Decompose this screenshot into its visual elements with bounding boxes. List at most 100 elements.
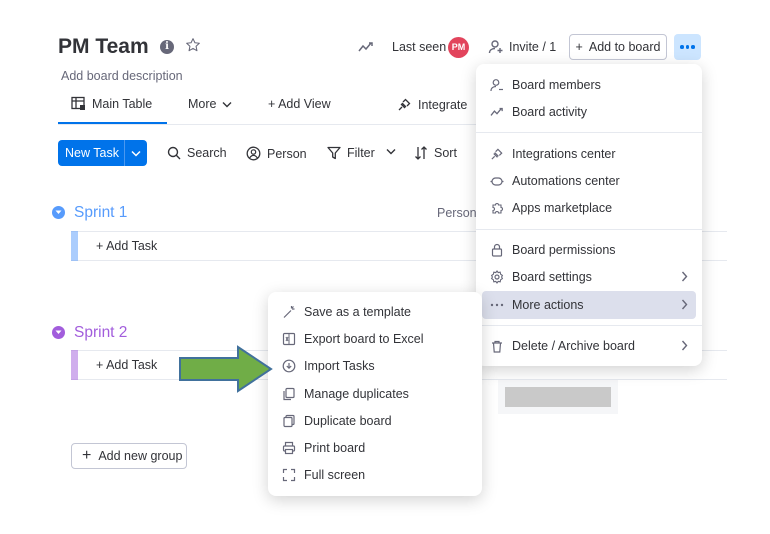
star-icon[interactable] [185, 37, 201, 53]
menu-divider [476, 325, 702, 326]
group-color-bar [71, 231, 78, 261]
board-description[interactable]: Add board description [61, 69, 183, 83]
chevron-down-icon [222, 101, 232, 107]
new-task-label: New Task [65, 146, 119, 160]
info-icon[interactable]: i [160, 40, 174, 54]
plug-icon [490, 147, 504, 161]
menu-item-print-board[interactable]: Print board [274, 434, 476, 462]
sort-icon [415, 146, 427, 160]
person-circle-icon [246, 146, 261, 161]
chevron-right-icon [681, 299, 688, 310]
group-color-bar [71, 350, 78, 380]
chevron-down-icon [55, 330, 62, 334]
board-menu-button[interactable] [674, 34, 701, 60]
menu-item-more-actions[interactable]: More actions [482, 291, 696, 319]
tab-main-table[interactable]: Main Table [71, 96, 152, 111]
last-seen-label[interactable]: Last seen [392, 40, 446, 54]
menu-item-label: Import Tasks [304, 359, 375, 373]
menu-item-label: Apps marketplace [512, 201, 613, 215]
puzzle-icon [490, 201, 504, 215]
chevron-down-icon [55, 210, 62, 214]
plug-icon [398, 98, 411, 111]
menu-item-integrations-center[interactable]: Integrations center [482, 140, 696, 168]
menu-item-duplicate-board[interactable]: Duplicate board [274, 407, 476, 435]
person-icon [490, 78, 504, 92]
menu-item-manage-duplicates[interactable]: Manage duplicates [274, 380, 476, 408]
activity-icon [490, 105, 504, 119]
tabs-divider [58, 124, 478, 125]
column-header-person[interactable]: Person [437, 206, 477, 220]
menu-divider [476, 132, 702, 133]
board-title[interactable]: PM Team [58, 35, 149, 59]
menu-item-apps-marketplace[interactable]: Apps marketplace [482, 194, 696, 222]
plus-icon: + [575, 40, 583, 54]
menu-item-board-settings[interactable]: Board settings [482, 263, 696, 291]
menu-item-board-permissions[interactable]: Board permissions [482, 236, 696, 264]
menu-item-label: Save as a template [304, 305, 412, 319]
search-button[interactable]: Search [167, 146, 227, 160]
menu-item-label: Duplicate board [304, 414, 392, 428]
menu-item-import-tasks[interactable]: Import Tasks [274, 352, 476, 380]
menu-item-label: Export board to Excel [304, 332, 424, 346]
menu-divider [476, 229, 702, 230]
menu-item-export-excel[interactable]: Export board to Excel [274, 325, 476, 353]
menu-item-full-screen[interactable]: Full screen [274, 461, 476, 489]
menu-item-save-as-template[interactable]: Save as a template [274, 298, 476, 326]
add-to-board-label: Add to board [588, 40, 661, 54]
wand-icon [282, 305, 296, 319]
dots-icon [490, 298, 504, 312]
group-collapse-toggle[interactable] [52, 326, 65, 339]
fullscreen-icon [282, 468, 296, 482]
activity-icon[interactable] [358, 40, 374, 54]
new-task-dropdown[interactable] [125, 150, 147, 157]
menu-item-label: Integrations center [512, 147, 616, 161]
add-to-board-button[interactable]: + Add to board [569, 34, 667, 60]
lock-icon [490, 243, 504, 257]
tab-more-label: More [188, 97, 217, 111]
trash-icon [490, 339, 504, 353]
menu-item-label: Full screen [304, 468, 366, 482]
robot-icon [490, 174, 504, 188]
new-task-button[interactable]: New Task [58, 140, 147, 166]
menu-item-board-members[interactable]: Board members [482, 71, 696, 99]
group-title-sprint-2[interactable]: Sprint 2 [74, 324, 127, 342]
menu-item-label: Manage duplicates [304, 387, 409, 401]
tab-more[interactable]: More [188, 97, 232, 111]
person-filter-button[interactable]: Person [246, 146, 307, 161]
table-home-icon [71, 96, 85, 110]
filter-dropdown[interactable] [386, 148, 396, 155]
dot-icon [680, 45, 684, 49]
invite-person-icon[interactable] [488, 39, 504, 55]
menu-item-board-activity[interactable]: Board activity [482, 98, 696, 126]
menu-item-automations-center[interactable]: Automations center [482, 167, 696, 195]
person-label: Person [267, 146, 307, 161]
invite-button[interactable]: Invite / 1 [509, 40, 556, 54]
filter-icon [327, 146, 341, 160]
integrate-label: Integrate [418, 97, 468, 112]
filter-button[interactable]: Filter [327, 146, 375, 160]
tab-main-table-label: Main Table [92, 96, 153, 111]
add-view-button[interactable]: + Add View [268, 97, 331, 111]
menu-item-delete-archive[interactable]: Delete / Archive board [482, 332, 696, 360]
add-new-group-label: Add new group [98, 449, 183, 463]
chevron-down-icon [386, 149, 396, 155]
copy-icon [282, 414, 296, 428]
group-collapse-toggle[interactable] [52, 206, 65, 219]
integrate-button[interactable]: Integrate [397, 97, 467, 112]
menu-item-label: Board members [512, 78, 601, 92]
menu-item-label: Print board [304, 441, 366, 455]
add-new-group-button[interactable]: + Add new group [71, 443, 187, 469]
add-task-input[interactable]: + Add Task [96, 358, 157, 372]
sort-button[interactable]: Sort [414, 146, 457, 160]
group-title-sprint-1[interactable]: Sprint 1 [74, 204, 127, 222]
menu-item-label: Automations center [512, 174, 620, 188]
search-icon [167, 146, 181, 160]
download-icon [282, 359, 296, 373]
board-options-menu: Board members Board activity Integration… [476, 64, 702, 366]
filter-label: Filter [347, 146, 375, 160]
summary-bar [505, 387, 611, 407]
avatar[interactable]: PM [448, 37, 469, 58]
menu-item-label: Board activity [512, 105, 588, 119]
sort-label: Sort [434, 146, 457, 160]
add-task-input[interactable]: + Add Task [96, 239, 157, 253]
